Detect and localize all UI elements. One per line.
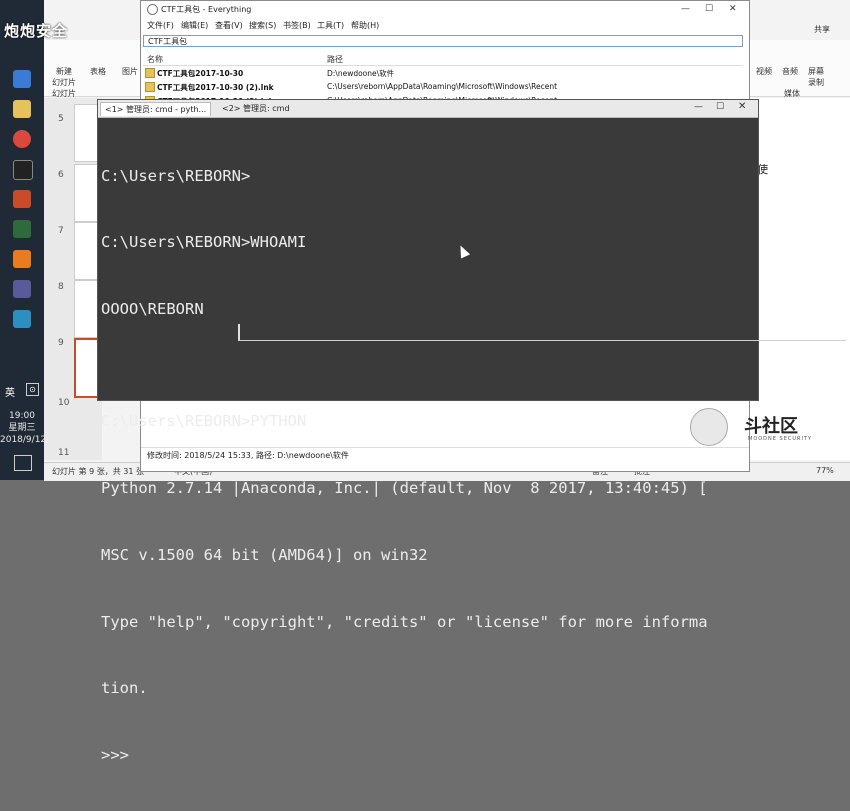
close-button[interactable]: ✕: [738, 101, 746, 112]
slide-number: 8: [58, 282, 64, 292]
forum-watermark-sub: MOODNE SECURITY: [748, 436, 813, 442]
minimize-button[interactable]: —: [694, 102, 703, 112]
console-line: C:\Users\REBORN>PYTHON: [101, 411, 307, 430]
search-icon: [147, 4, 158, 15]
result-path: D:\newdoone\软件: [327, 69, 395, 78]
video-button[interactable]: 视频: [756, 66, 772, 77]
menu-edit[interactable]: 编辑(E): [181, 20, 208, 31]
new-slide-button[interactable]: 新建 幻灯片: [52, 66, 76, 88]
slide-canvas[interactable]: [744, 98, 850, 460]
console-tab-bar: <1> 管理员: cmd - pyth... <2> 管理员: cmd — ☐ …: [98, 100, 758, 118]
clock-day: 星期三: [8, 423, 36, 433]
console-line: MSC v.1500 64 bit (AMD64)] on win32: [101, 545, 428, 564]
maximize-button[interactable]: ☐: [716, 102, 724, 112]
window-title: CTF工具包 - Everything: [161, 5, 252, 14]
zoom-level[interactable]: 77%: [816, 466, 834, 475]
system-clock[interactable]: 19:00 星期三 2018/9/12: [0, 410, 47, 446]
menu-file[interactable]: 文件(F): [147, 20, 174, 31]
result-row[interactable]: CTF工具包2017-10-30 (2).lnk C:\Users\reborn…: [143, 81, 743, 93]
folder-icon[interactable]: [13, 100, 31, 118]
console-line: OOOO\REBORN: [101, 300, 204, 319]
forum-watermark: 斗社区: [744, 416, 798, 437]
title-bar: CTF工具包 - Everything — ☐ ✕: [141, 1, 749, 17]
results-header: 名称 路径: [143, 53, 743, 66]
result-name: CTF工具包2017-10-30 (2).lnk: [157, 83, 274, 92]
search-app-icon[interactable]: [13, 250, 31, 268]
slide-number: 11: [58, 448, 70, 458]
menu-bookmarks[interactable]: 书签(B): [283, 20, 311, 31]
brand-watermark: 炮炮安全: [4, 22, 69, 40]
console-tab-1[interactable]: <1> 管理员: cmd - pyth...: [100, 102, 212, 116]
console-prompt[interactable]: >>>: [101, 744, 751, 766]
menu-bar: 文件(F) 编辑(E) 查看(V) 搜索(S) 书签(B) 工具(T) 帮助(H…: [141, 19, 749, 31]
console-line: C:\Users\REBORN>: [101, 166, 251, 185]
search-input[interactable]: CTF工具包: [143, 35, 743, 47]
slide-thumbnails-pane: 5 6 7 8 9 10 11: [44, 98, 104, 460]
app-icon[interactable]: [13, 310, 31, 328]
ime-indicator[interactable]: 英: [5, 384, 15, 399]
text-cursor: [238, 324, 240, 341]
result-path: C:\Users\reborn\AppData\Roaming\Microsof…: [327, 82, 558, 91]
terminal-icon[interactable]: [13, 160, 33, 180]
result-name: CTF工具包2017-10-30: [157, 69, 244, 78]
app-icon[interactable]: [13, 280, 31, 298]
console-output[interactable]: C:\Users\REBORN> C:\Users\REBORN>WHOAMI …: [101, 120, 751, 811]
slide-number: 6: [58, 170, 64, 180]
menu-view[interactable]: 查看(V): [215, 20, 243, 31]
console-line: C:\Users\REBORN>WHOAMI: [101, 233, 307, 252]
input-underline: [238, 340, 846, 341]
minimize-button[interactable]: —: [681, 4, 690, 14]
edge-icon[interactable]: [13, 70, 31, 88]
console-line: Type "help", "copyright", "credits" or "…: [101, 612, 708, 631]
audio-button[interactable]: 音频: [782, 66, 798, 77]
close-button[interactable]: ✕: [729, 4, 737, 14]
notification-icon[interactable]: [14, 455, 32, 471]
column-path-header[interactable]: 路径: [327, 54, 343, 65]
keyboard-icon[interactable]: ⊙: [26, 383, 39, 396]
maximize-button[interactable]: ☐: [705, 4, 713, 14]
console-line: Python 2.7.14 |Anaconda, Inc.| (default,…: [101, 478, 708, 497]
forum-logo: [690, 408, 728, 446]
folder-icon: [145, 68, 155, 78]
console-tab-2[interactable]: <2> 管理员: cmd: [218, 102, 294, 115]
app-icon[interactable]: [13, 220, 31, 238]
clock-date: 2018/9/12: [0, 435, 47, 445]
share-button[interactable]: 共享: [814, 24, 830, 35]
taskbar: 英 ⊙ 19:00 星期三 2018/9/12: [0, 0, 47, 480]
powerpoint-icon[interactable]: [13, 190, 31, 208]
screen-record-button[interactable]: 屏幕 录制: [808, 66, 824, 88]
picture-button[interactable]: 图片: [122, 66, 138, 77]
slide-number: 9: [58, 338, 64, 348]
table-button[interactable]: 表格: [90, 66, 106, 77]
slide-number: 7: [58, 226, 64, 236]
menu-help[interactable]: 帮助(H): [351, 20, 379, 31]
column-name-header[interactable]: 名称: [147, 54, 163, 65]
chrome-icon[interactable]: [13, 130, 31, 148]
menu-tools[interactable]: 工具(T): [317, 20, 344, 31]
result-row[interactable]: CTF工具包2017-10-30 D:\newdoone\软件: [143, 67, 743, 79]
shortcut-icon: [145, 82, 155, 92]
slide-number: 5: [58, 114, 64, 124]
clock-time: 19:00: [9, 411, 35, 421]
console-window[interactable]: <1> 管理员: cmd - pyth... <2> 管理员: cmd — ☐ …: [97, 99, 846, 764]
slide-number: 10: [58, 398, 70, 408]
menu-search[interactable]: 搜索(S): [249, 20, 276, 31]
console-line: tion.: [101, 679, 148, 698]
